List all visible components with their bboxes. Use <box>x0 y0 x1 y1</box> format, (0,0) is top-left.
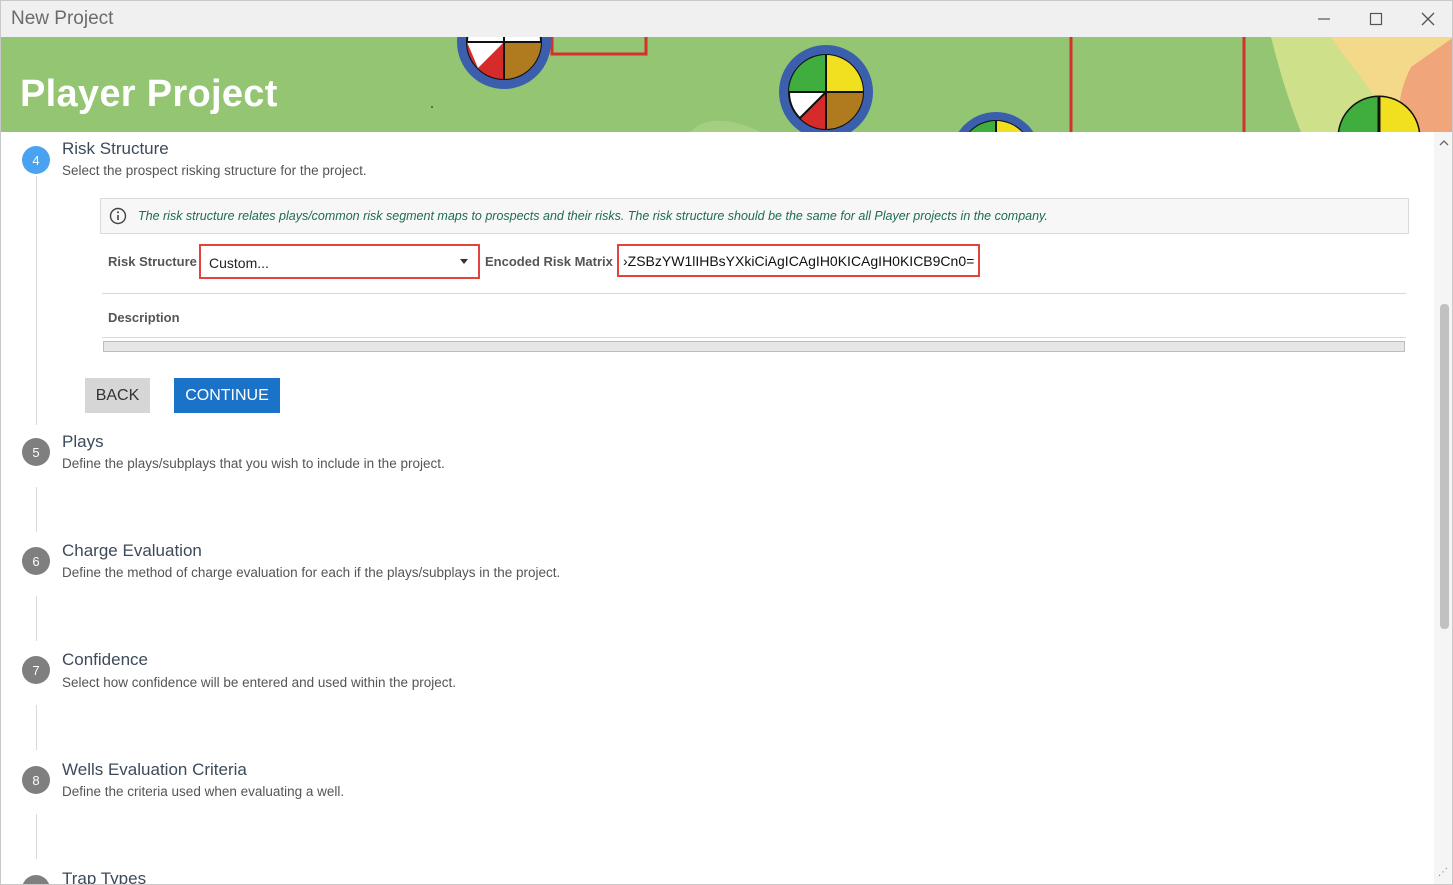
divider <box>102 337 1406 338</box>
chevron-down-icon <box>460 259 468 264</box>
step-title[interactable]: Trap Types <box>62 869 146 884</box>
step-title[interactable]: Charge Evaluation <box>62 541 202 561</box>
step-connector <box>36 487 37 532</box>
step-connector <box>36 814 37 859</box>
step-title[interactable]: Risk Structure <box>62 139 169 159</box>
description-label: Description <box>108 310 180 325</box>
resize-grip-icon[interactable]: ⋰ <box>1438 867 1448 878</box>
title-bar: New Project <box>1 1 1452 37</box>
step-description: Define the method of charge evaluation f… <box>62 565 561 580</box>
maximize-icon <box>1369 12 1383 26</box>
risk-structure-label: Risk Structure <box>108 254 197 269</box>
risk-structure-value: Custom... <box>209 255 269 271</box>
vertical-scrollbar[interactable]: ⋰ <box>1434 132 1452 884</box>
info-text: The risk structure relates plays/common … <box>138 209 1048 223</box>
back-button[interactable]: BACK <box>85 378 150 413</box>
minimize-button[interactable] <box>1298 1 1350 37</box>
scrollbar-thumb[interactable] <box>1440 304 1449 629</box>
maximize-button[interactable] <box>1350 1 1402 37</box>
risk-structure-select[interactable]: Custom... <box>199 244 480 279</box>
minimize-icon <box>1318 18 1330 20</box>
window-title: New Project <box>11 8 114 29</box>
step-connector <box>36 596 37 641</box>
step-description: Select the prospect risking structure fo… <box>62 163 367 178</box>
step-title[interactable]: Plays <box>62 432 104 452</box>
scroll-up-icon[interactable] <box>1439 138 1449 148</box>
info-banner: The risk structure relates plays/common … <box>100 198 1409 234</box>
project-banner: Player Project <box>1 37 1452 132</box>
step-description: Define the plays/subplays that you wish … <box>62 456 445 471</box>
step-title[interactable]: Confidence <box>62 650 148 670</box>
step-description: Define the criteria used when evaluating… <box>62 784 345 799</box>
info-icon <box>109 207 127 225</box>
close-icon <box>1421 12 1435 26</box>
encoded-risk-matrix-input[interactable]: ›ZSBzYW1lIHBsYXkiCiAgICAgIH0KICAgIH0KICB… <box>617 244 980 277</box>
step-number[interactable]: 8 <box>22 766 50 794</box>
description-field[interactable] <box>103 341 1405 352</box>
step-number[interactable]: 5 <box>22 438 50 466</box>
wizard-steps: 4 Risk Structure Select the prospect ris… <box>1 132 1434 884</box>
step-number[interactable]: 4 <box>22 146 50 174</box>
step-number[interactable]: 9 <box>22 875 50 884</box>
encoded-risk-matrix-label: Encoded Risk Matrix <box>485 254 613 269</box>
step-description: Select how confidence will be entered an… <box>62 675 456 690</box>
close-button[interactable] <box>1402 1 1452 37</box>
step-connector <box>36 176 37 425</box>
step-number[interactable]: 7 <box>22 656 50 684</box>
step-connector <box>36 705 37 750</box>
project-heading: Player Project <box>20 73 278 115</box>
step-number[interactable]: 6 <box>22 547 50 575</box>
divider <box>102 293 1406 294</box>
new-project-window: New Project Player Project 4 Risk Struct… <box>0 0 1453 885</box>
continue-button[interactable]: CONTINUE <box>174 378 280 413</box>
step-title[interactable]: Wells Evaluation Criteria <box>62 760 247 780</box>
